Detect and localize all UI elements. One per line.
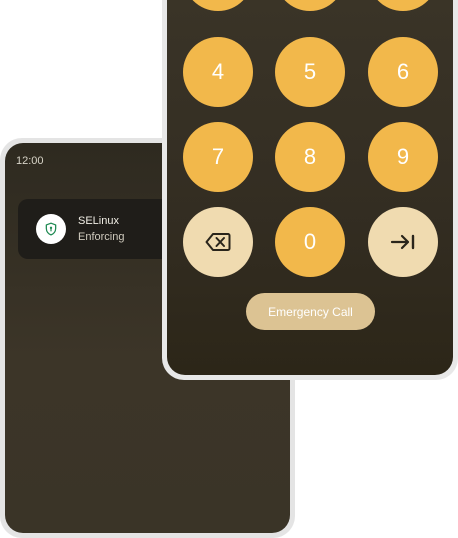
key-0[interactable]: 0 bbox=[275, 207, 345, 277]
status-time: 12:00 bbox=[16, 155, 44, 167]
key-2[interactable]: 2 bbox=[275, 0, 345, 11]
shield-icon-graphic bbox=[45, 222, 57, 236]
key-8[interactable]: 8 bbox=[275, 122, 345, 192]
key-4[interactable]: 4 bbox=[183, 37, 253, 107]
notification-subtitle: Enforcing bbox=[78, 231, 125, 243]
key-6[interactable]: 6 bbox=[368, 37, 438, 107]
notification-title: SELinux bbox=[78, 215, 119, 227]
key-3[interactable]: 3 bbox=[368, 0, 438, 11]
key-5[interactable]: 5 bbox=[275, 37, 345, 107]
enter-icon bbox=[390, 234, 415, 250]
shield-icon bbox=[36, 214, 66, 244]
backspace-icon bbox=[205, 233, 231, 251]
key-7[interactable]: 7 bbox=[183, 122, 253, 192]
key-9[interactable]: 9 bbox=[368, 122, 438, 192]
backspace-button[interactable] bbox=[183, 207, 253, 277]
pinpad-screen: 1 2 3 4 5 6 7 8 9 0 Emergency Call bbox=[167, 0, 453, 375]
enter-button[interactable] bbox=[368, 207, 438, 277]
key-1[interactable]: 1 bbox=[183, 0, 253, 11]
emergency-call-button[interactable]: Emergency Call bbox=[246, 293, 375, 330]
phone-pinpad-frame: 1 2 3 4 5 6 7 8 9 0 Emergency Call bbox=[162, 0, 458, 380]
